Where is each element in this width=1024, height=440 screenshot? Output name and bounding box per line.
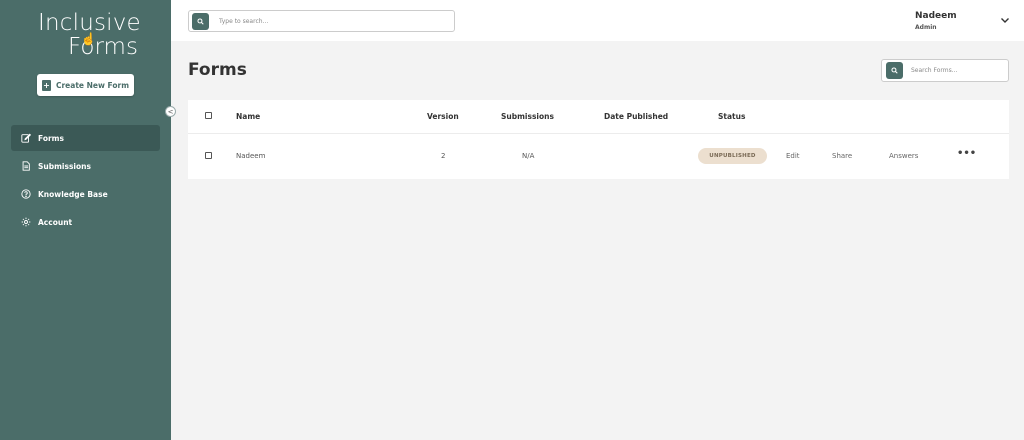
- select-all-checkbox[interactable]: [205, 112, 212, 119]
- table-header: Name Version Submissions Date Published …: [188, 100, 1009, 134]
- help-circle-icon: [21, 189, 31, 199]
- sidebar-collapse-toggle[interactable]: <: [165, 106, 176, 117]
- chevron-down-icon[interactable]: [1000, 15, 1010, 25]
- edit-link[interactable]: Edit: [786, 152, 800, 160]
- row-checkbox[interactable]: [205, 152, 212, 159]
- document-icon: [22, 161, 30, 171]
- column-header-name[interactable]: Name: [236, 112, 260, 121]
- forms-table: Name Version Submissions Date Published …: [188, 100, 1009, 179]
- global-search-button[interactable]: [192, 12, 209, 30]
- sidebar-item-label: Account: [38, 217, 73, 227]
- share-link[interactable]: Share: [832, 152, 852, 160]
- cell-version: 2: [441, 152, 446, 160]
- chevron-left-icon: <: [167, 107, 174, 116]
- sidebar-nav: Forms Submissions Knowledge Base Account: [11, 125, 160, 237]
- cell-submissions: N/A: [522, 152, 535, 160]
- forms-search-button[interactable]: [886, 62, 903, 79]
- user-name: Nadeem: [915, 11, 957, 21]
- brand-logo[interactable]: Inclusive Forms ☝: [38, 12, 141, 59]
- brand-line-2: Forms ☝: [68, 32, 141, 60]
- sidebar-item-account[interactable]: Account: [11, 209, 160, 235]
- top-bar: Nadeem Admin: [171, 0, 1024, 41]
- global-search-input[interactable]: [219, 17, 439, 25]
- sidebar-item-submissions[interactable]: Submissions: [11, 153, 160, 179]
- global-search: [188, 10, 455, 32]
- column-header-version[interactable]: Version: [427, 112, 459, 121]
- sidebar: Inclusive Forms ☝ + Create New Form Form…: [0, 0, 171, 440]
- more-options-icon[interactable]: •••: [957, 148, 976, 159]
- forms-search: [881, 59, 1009, 82]
- answers-link[interactable]: Answers: [889, 152, 918, 160]
- gear-icon: [21, 217, 31, 227]
- user-menu[interactable]: Nadeem Admin: [915, 11, 957, 31]
- sidebar-item-label: Knowledge Base: [38, 189, 108, 199]
- sidebar-item-label: Forms: [38, 133, 64, 143]
- page-title: Forms: [188, 60, 247, 80]
- sidebar-item-knowledge-base[interactable]: Knowledge Base: [11, 181, 160, 207]
- sidebar-item-forms[interactable]: Forms: [11, 125, 160, 151]
- search-icon: [197, 17, 204, 25]
- cell-name[interactable]: Nadeem: [236, 152, 265, 160]
- status-badge: UNPUBLISHED: [698, 148, 767, 164]
- column-header-status[interactable]: Status: [718, 112, 745, 121]
- column-header-submissions[interactable]: Submissions: [501, 112, 554, 121]
- edit-icon: [21, 133, 31, 143]
- column-header-date-published[interactable]: Date Published: [604, 112, 668, 121]
- hand-cursor-icon: ☝: [81, 32, 96, 46]
- sidebar-item-label: Submissions: [38, 161, 91, 171]
- user-role: Admin: [915, 24, 937, 31]
- forms-search-input[interactable]: [911, 67, 1006, 74]
- brand-line-2-text: Forms: [68, 34, 138, 60]
- search-icon: [891, 67, 898, 74]
- create-new-form-button[interactable]: + Create New Form: [37, 74, 134, 96]
- new-document-icon: +: [41, 79, 51, 91]
- create-new-form-label: Create New Form: [55, 80, 130, 90]
